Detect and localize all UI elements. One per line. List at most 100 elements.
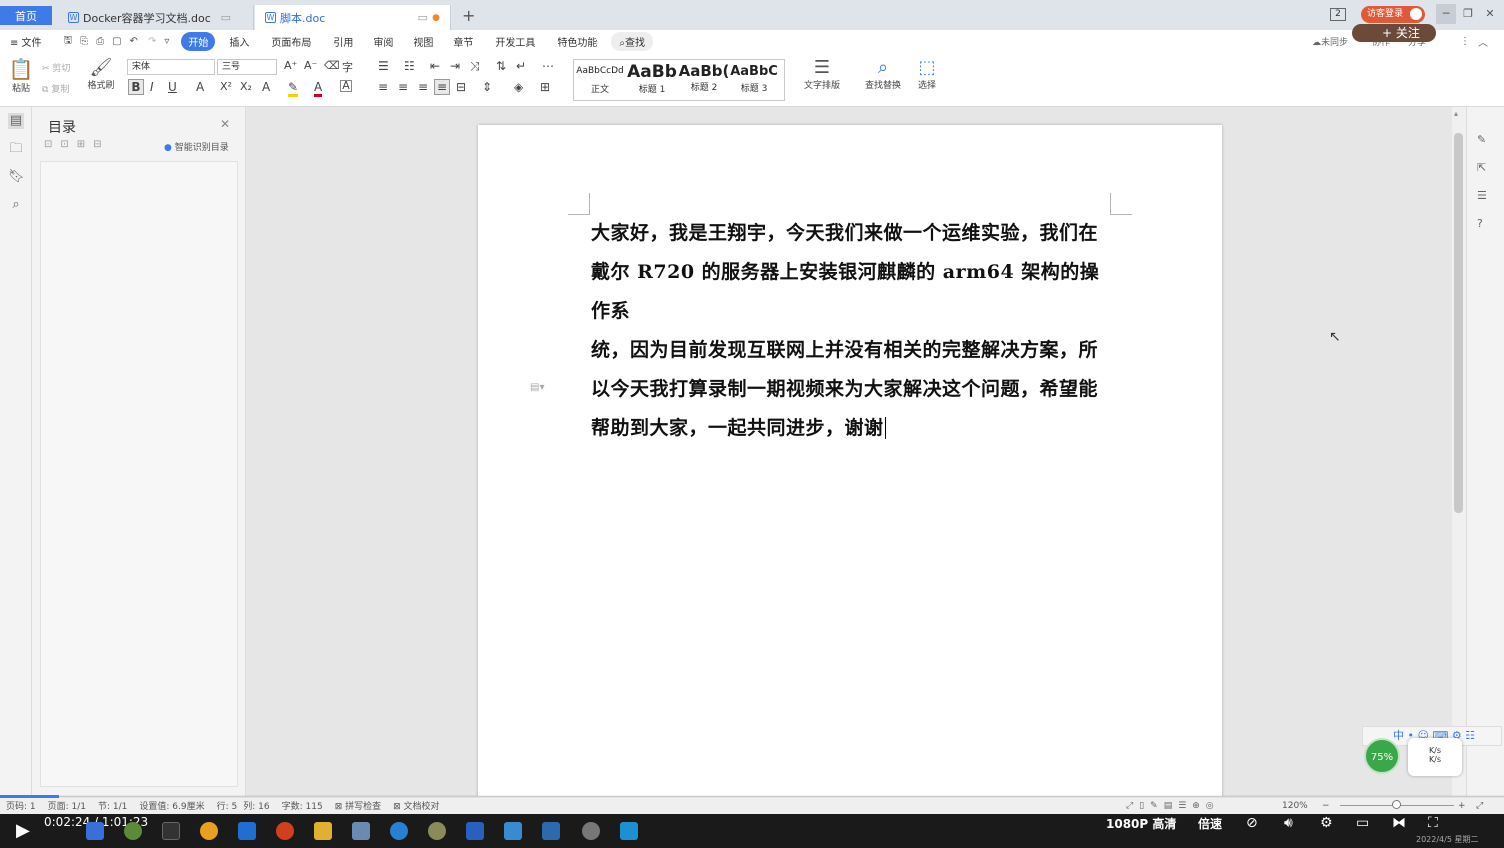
tab-stops-icon[interactable]: ⋯ — [542, 59, 554, 73]
italic-button[interactable]: I — [150, 80, 154, 94]
help-icon[interactable]: ? — [1477, 217, 1483, 230]
copy-button[interactable]: ⧉ 复制 — [42, 82, 69, 95]
more-icon[interactable]: ⋮ — [1460, 36, 1470, 47]
line-spacing-wrap-icon[interactable]: ↵ — [516, 59, 526, 73]
underline-button[interactable]: U — [168, 80, 177, 94]
style-heading-2[interactable]: AaBb( 标题 2 — [678, 62, 730, 100]
font-effect-button[interactable]: A — [262, 80, 270, 94]
window-count-badge[interactable]: 2 — [1330, 8, 1346, 21]
fit-page-icon[interactable]: ⤢ — [1476, 801, 1483, 811]
paragraph-options-icon[interactable]: ▤▾ — [530, 382, 544, 393]
distributed-icon[interactable]: ⊟ — [456, 80, 466, 94]
text-layout-button[interactable]: ☰ 文字排版 — [798, 57, 846, 91]
collapse-ribbon-icon[interactable]: ︿ — [1478, 34, 1488, 49]
select-button[interactable]: ⬚ 选择 — [912, 57, 942, 91]
bullets-icon[interactable]: ☰ — [378, 59, 389, 73]
tab-page-layout[interactable]: 页面布局 — [263, 32, 319, 51]
taskbar-chrome-icon[interactable] — [200, 822, 218, 840]
login-button[interactable]: 访客登录 — [1361, 6, 1425, 23]
taskbar-app-icon[interactable] — [124, 822, 142, 840]
shading-icon[interactable]: ◈ — [514, 80, 523, 94]
close-icon[interactable]: ✕ — [220, 117, 230, 131]
bookmark-icon[interactable]: 🔖︎ — [8, 169, 25, 185]
tab-developer[interactable]: 开发工具 — [487, 32, 543, 51]
tab-chapter[interactable]: 章节 — [445, 32, 481, 51]
restore-button[interactable]: ❐ — [1458, 4, 1478, 24]
highlight-button[interactable]: ✎ — [288, 80, 299, 97]
format-painter-button[interactable]: 🖌 格式刷 — [86, 57, 116, 91]
subscript-button[interactable]: X₂ — [240, 80, 252, 93]
speed-ball[interactable]: 75% — [1364, 738, 1400, 774]
taskbar-folder-icon[interactable] — [314, 822, 332, 840]
zoom-level[interactable]: 120% — [1282, 801, 1308, 811]
sync-status[interactable]: ☁未同步 — [1312, 35, 1348, 48]
toc-tools[interactable]: ⊡⊡⊞⊟ — [44, 139, 110, 150]
customize-icon[interactable]: ▿ — [164, 36, 169, 47]
font-color-button[interactable]: A — [314, 80, 323, 97]
proofread-button[interactable]: ⊠ 文档校对 — [393, 799, 439, 812]
volume-icon[interactable]: 🔊︎ — [1284, 815, 1293, 831]
cut-button[interactable]: ✂ 剪切 — [42, 61, 70, 74]
char-border-button[interactable]: A — [340, 80, 352, 92]
zoom-slider-thumb[interactable] — [1392, 800, 1401, 809]
cursor-icon[interactable]: ⇱ — [1477, 161, 1486, 174]
new-tab-button[interactable]: + — [462, 6, 475, 25]
undo-icon[interactable]: ↶ — [130, 36, 138, 47]
superscript-button[interactable]: X² — [220, 80, 232, 93]
smart-toc-button[interactable]: ● 智能识别目录 — [164, 140, 229, 153]
tab-features[interactable]: 特色功能 — [549, 32, 605, 51]
taskbar-app-icon[interactable] — [276, 822, 294, 840]
save-icon[interactable]: 🖫 — [64, 33, 73, 50]
tab-review[interactable]: 审阅 — [365, 32, 401, 51]
settings-icon[interactable]: ⚙ — [1320, 815, 1333, 831]
style-heading-3[interactable]: AaBbC 标题 3 — [728, 62, 780, 100]
style-normal[interactable]: AaBbCcDd 正文 — [574, 62, 626, 100]
tab-references[interactable]: 引用 — [325, 32, 361, 51]
player-progress-track[interactable] — [0, 795, 1504, 798]
export-icon[interactable]: ⎘ — [80, 36, 88, 47]
taskbar-app-icon[interactable] — [504, 822, 522, 840]
taskbar-settings-icon[interactable] — [582, 822, 600, 840]
scroll-thumb[interactable] — [1454, 133, 1463, 513]
subtitle-icon[interactable]: ⊘ — [1246, 815, 1258, 831]
edit-pen-icon[interactable]: ✎ — [1477, 133, 1486, 146]
text-direction-icon[interactable]: ⤨ — [470, 59, 480, 74]
speed-button[interactable]: 倍速 — [1198, 815, 1222, 832]
document-page[interactable]: ▤▾ 大家好，我是王翔宇，今天我们来做一个运维实验，我们在 戴尔 R720 的服… — [478, 125, 1222, 805]
play-icon[interactable]: ▶ — [16, 820, 30, 841]
taskbar-app-icon[interactable] — [86, 822, 104, 840]
taskbar-app-icon[interactable] — [238, 822, 256, 840]
grow-font-icon[interactable]: A⁺ — [284, 59, 297, 72]
quality-button[interactable]: 1080P 高清 — [1106, 815, 1176, 832]
font-size-select[interactable]: 三号 — [217, 59, 277, 75]
tab-view[interactable]: 视图 — [405, 32, 441, 51]
line-spacing-icon[interactable]: ⇕ — [482, 80, 492, 94]
clear-format-icon[interactable]: ⌫ — [324, 59, 340, 72]
align-center-icon[interactable]: ≡ — [398, 80, 408, 94]
view-mode-icons[interactable]: ⤢▯✎▤☰⊕◎ — [1126, 801, 1220, 811]
align-right-icon[interactable]: ≡ — [418, 80, 428, 94]
folder-icon[interactable]: 🗀 — [8, 141, 24, 157]
shrink-font-icon[interactable]: A⁻ — [304, 59, 317, 72]
borders-icon[interactable]: ⊞ — [540, 80, 550, 94]
search-icon[interactable]: ⌕ — [8, 197, 24, 213]
follow-button[interactable]: + 关注 — [1352, 24, 1436, 42]
scroll-up-icon[interactable]: ▴ — [1454, 109, 1458, 118]
zoom-in-button[interactable]: + — [1458, 801, 1466, 811]
taskbar-terminal-icon[interactable] — [162, 822, 180, 840]
search-box[interactable]: ⌕查找 — [611, 32, 653, 51]
font-name-select[interactable]: 宋体 — [127, 59, 215, 75]
preview-icon[interactable]: ▢ — [112, 36, 121, 47]
tab-docker-doc[interactable]: W Docker容器学习文档.doc ▭ — [58, 5, 254, 30]
spell-check-button[interactable]: ⊠ 拼写检查 — [335, 799, 381, 812]
taskbar-wps-icon[interactable] — [466, 822, 484, 840]
pin-icon[interactable]: ▭ — [221, 11, 231, 24]
taskbar-app-icon[interactable] — [428, 822, 446, 840]
justify-icon[interactable]: ≡ — [434, 79, 450, 95]
file-menu[interactable]: ≡ 文件 — [2, 32, 50, 51]
style-heading-1[interactable]: AaBb 标题 1 — [626, 62, 678, 100]
tab-script-doc[interactable]: W 脚本.doc ▭ ● — [255, 5, 451, 30]
document-body-text[interactable]: 大家好，我是王翔宇，今天我们来做一个运维实验，我们在 戴尔 R720 的服务器上… — [591, 214, 1111, 448]
tab-insert[interactable]: 插入 — [221, 32, 257, 51]
taskbar-app-icon[interactable] — [352, 822, 370, 840]
